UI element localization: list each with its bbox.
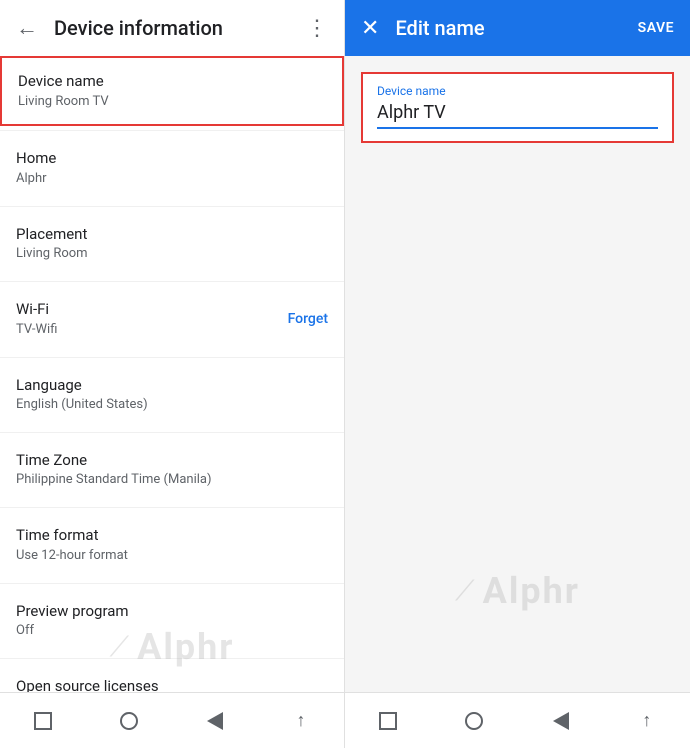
edit-form: Device name Alphr TV ⟋ Alphr — [345, 56, 690, 692]
settings-list: Device name Living Room TV Home Alphr Pl… — [0, 56, 344, 692]
forget-button[interactable]: Forget — [288, 311, 328, 327]
setting-subtitle-language: English (United States) — [16, 397, 328, 414]
right-person-icon: ↑ — [642, 710, 651, 731]
divider — [0, 583, 344, 584]
setting-subtitle-timeformat: Use 12-hour format — [16, 548, 328, 565]
setting-title-wifi: Wi-Fi — [16, 300, 264, 320]
setting-title-opensource: Open source licenses — [16, 677, 328, 692]
setting-subtitle-wifi: TV-Wifi — [16, 322, 264, 339]
divider — [0, 206, 344, 207]
left-header: ← Device information ⋮ — [0, 0, 344, 56]
setting-title-device-name: Device name — [18, 72, 326, 92]
right-watermark: ⟋ Alphr — [345, 570, 690, 612]
setting-title-timezone: Time Zone — [16, 451, 328, 471]
right-nav-bar: ↑ — [345, 692, 690, 748]
divider — [0, 507, 344, 508]
setting-title-language: Language — [16, 376, 328, 396]
right-nav-person-button[interactable]: ↑ — [627, 701, 667, 741]
setting-item-timeformat[interactable]: Time format Use 12-hour format — [0, 512, 344, 578]
setting-title-preview: Preview program — [16, 602, 328, 622]
setting-item-timezone[interactable]: Time Zone Philippine Standard Time (Mani… — [0, 437, 344, 503]
save-button[interactable]: SAVE — [638, 20, 674, 36]
right-panel-title: Edit name — [395, 16, 637, 40]
setting-item-home[interactable]: Home Alphr — [0, 135, 344, 201]
left-nav-bar: ↑ — [0, 692, 344, 748]
divider — [0, 130, 344, 131]
right-circle-icon — [465, 712, 483, 730]
person-icon: ↑ — [297, 710, 306, 731]
right-watermark-text: Alphr — [483, 570, 580, 612]
right-nav-square-button[interactable] — [368, 701, 408, 741]
circle-icon — [120, 712, 138, 730]
left-panel-title: Device information — [54, 16, 306, 40]
setting-subtitle-preview: Off — [16, 623, 328, 640]
setting-item-wifi[interactable]: Wi-Fi TV-Wifi Forget — [0, 286, 344, 352]
device-name-label: Device name — [377, 84, 658, 98]
triangle-icon — [207, 712, 223, 730]
setting-title-home: Home — [16, 149, 328, 169]
right-square-icon — [379, 712, 397, 730]
device-name-input[interactable]: Alphr TV — [377, 102, 658, 129]
setting-subtitle-home: Alphr — [16, 171, 328, 188]
setting-item-placement[interactable]: Placement Living Room — [0, 211, 344, 277]
right-panel: ✕ Edit name SAVE Device name Alphr TV ⟋ … — [345, 0, 690, 748]
right-triangle-icon — [553, 712, 569, 730]
divider — [0, 658, 344, 659]
nav-circle-button[interactable] — [109, 701, 149, 741]
setting-item-language[interactable]: Language English (United States) — [0, 362, 344, 428]
divider — [0, 357, 344, 358]
setting-item-preview[interactable]: Preview program Off — [0, 588, 344, 654]
back-icon[interactable]: ← — [16, 15, 38, 41]
left-panel: ← Device information ⋮ Device name Livin… — [0, 0, 345, 748]
setting-item-opensource[interactable]: Open source licenses — [0, 663, 344, 692]
setting-subtitle-timezone: Philippine Standard Time (Manila) — [16, 472, 328, 489]
right-nav-circle-button[interactable] — [454, 701, 494, 741]
setting-title-timeformat: Time format — [16, 526, 328, 546]
right-nav-back-button[interactable] — [541, 701, 581, 741]
close-icon[interactable]: ✕ — [361, 16, 379, 41]
setting-item-device-name[interactable]: Device name Living Room TV — [0, 56, 344, 126]
setting-subtitle-placement: Living Room — [16, 246, 328, 263]
more-icon[interactable]: ⋮ — [306, 16, 328, 41]
nav-square-button[interactable] — [23, 701, 63, 741]
divider — [0, 281, 344, 282]
divider — [0, 432, 344, 433]
device-name-field-container: Device name Alphr TV — [361, 72, 674, 143]
right-header: ✕ Edit name SAVE — [345, 0, 690, 56]
nav-person-button[interactable]: ↑ — [281, 701, 321, 741]
right-slash-icon: ⟋ — [455, 574, 477, 608]
setting-subtitle-device-name: Living Room TV — [18, 94, 326, 111]
nav-back-button[interactable] — [195, 701, 235, 741]
square-icon — [34, 712, 52, 730]
setting-title-placement: Placement — [16, 225, 328, 245]
